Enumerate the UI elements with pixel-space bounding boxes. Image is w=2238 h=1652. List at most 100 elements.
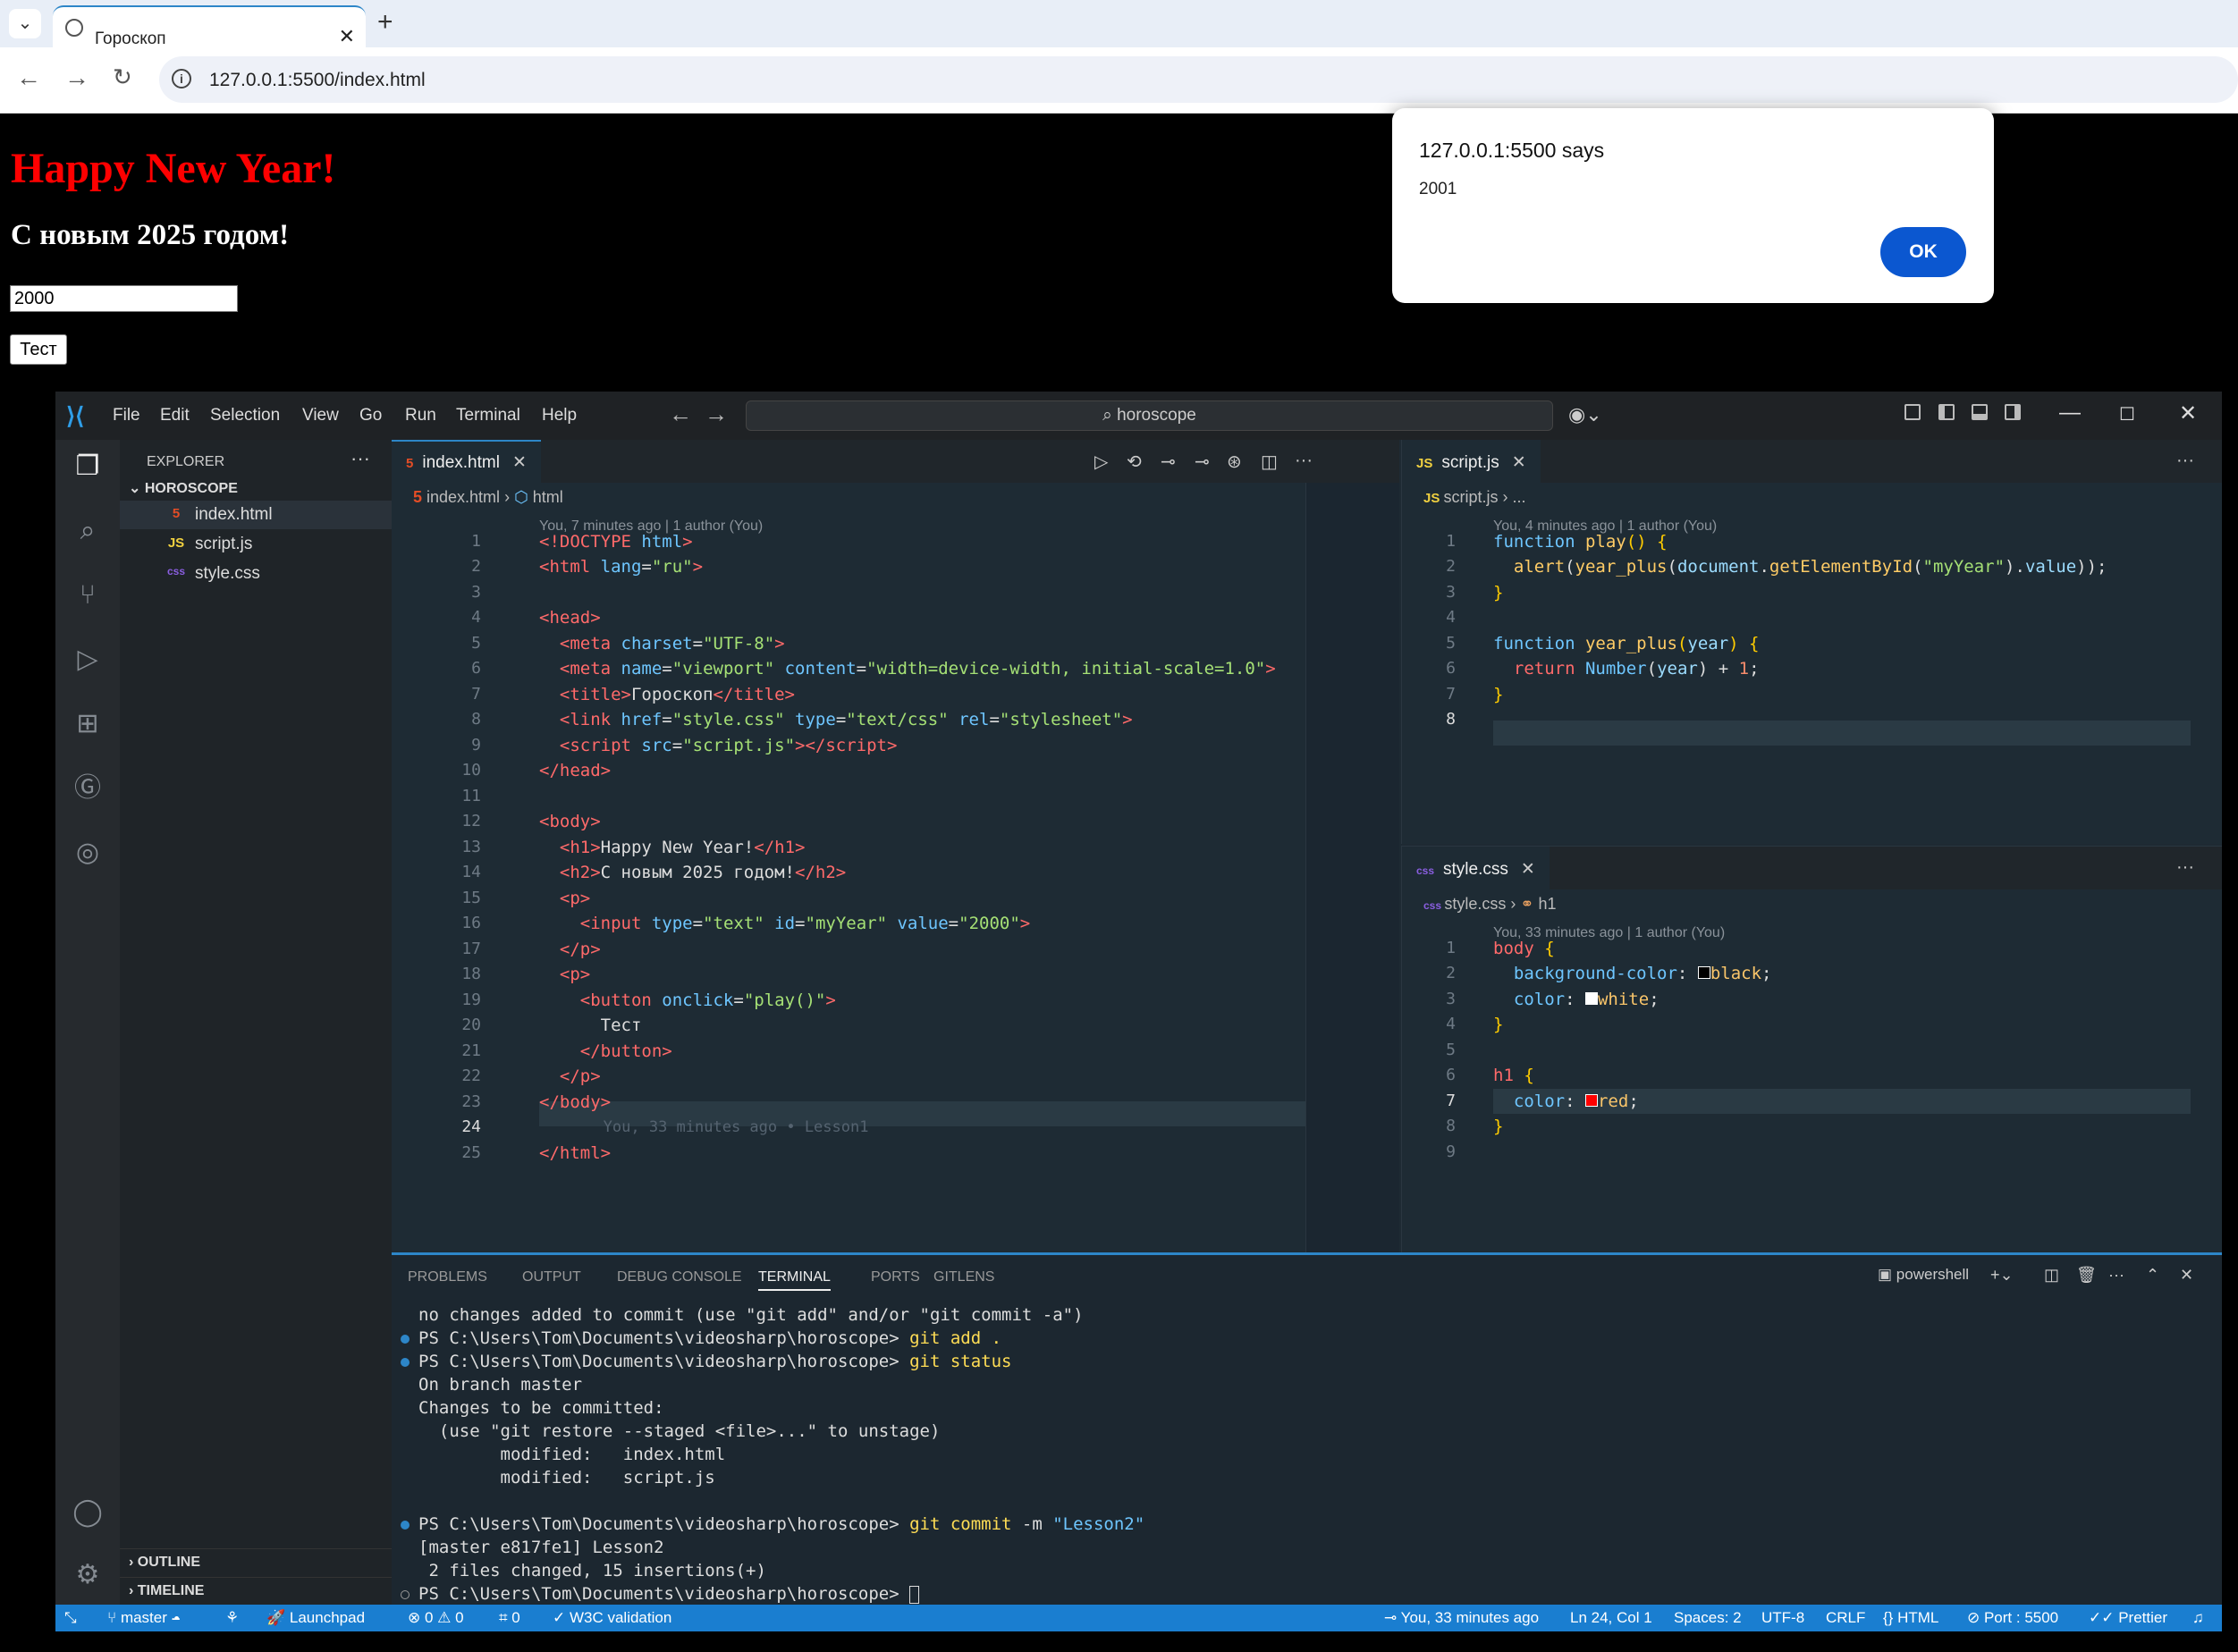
nav-back-icon[interactable]: ← — [669, 400, 692, 428]
panel-tab-gitlens[interactable]: GITLENS — [933, 1269, 994, 1285]
gitlens-compare-icon[interactable]: ⊛ — [1227, 451, 1242, 473]
close-tab-icon[interactable]: ✕ — [1521, 860, 1535, 879]
remote-icon[interactable]: ⤡ — [64, 1609, 77, 1627]
source-control-icon[interactable]: ⑂ — [70, 577, 106, 613]
branch-status[interactable]: ⑂ master ☁ — [107, 1609, 181, 1627]
prettier-status[interactable]: ✓✓ Prettier — [2089, 1609, 2167, 1627]
alert-ok-button[interactable]: OK — [1880, 227, 1966, 277]
explorer-more-icon[interactable]: ··· — [350, 447, 370, 470]
reload-icon[interactable]: ↻ — [113, 63, 132, 91]
color-swatch-black[interactable] — [1697, 966, 1710, 979]
color-swatch-white[interactable] — [1584, 992, 1598, 1005]
tab-index-html[interactable]: 5 index.html ✕ — [392, 440, 541, 483]
menu-selection[interactable]: Selection — [210, 406, 280, 426]
explorer-icon[interactable]: ❐ — [70, 449, 106, 485]
tab-script-js[interactable]: JS script.js ✕ — [1402, 440, 1541, 483]
new-tab-icon[interactable]: + — [377, 7, 393, 38]
panel-tab-problems[interactable]: PROBLEMS — [408, 1269, 487, 1285]
toggle-secondary-sidebar-icon[interactable] — [2005, 404, 2021, 420]
next-change-icon[interactable]: ⊸ — [1195, 451, 1210, 473]
new-terminal-icon[interactable]: +⌄ — [1990, 1266, 2014, 1285]
back-icon[interactable]: ← — [16, 63, 41, 92]
gitlens-status-icon[interactable]: ⚘ — [225, 1609, 239, 1627]
breadcrumb-file[interactable]: style.css — [1444, 895, 1506, 913]
address-bar[interactable]: i 127.0.0.1:5500/index.html — [159, 56, 2238, 103]
more-actions-icon[interactable]: ··· — [2108, 1266, 2124, 1285]
file-style-css[interactable]: css style.css — [120, 560, 392, 588]
file-script-js[interactable]: JS script.js — [120, 530, 392, 559]
menu-terminal[interactable]: Terminal — [456, 406, 520, 426]
panel-tab-ports[interactable]: PORTS — [871, 1269, 920, 1285]
trash-icon[interactable]: 🗑 — [2076, 1266, 2097, 1285]
close-tab-icon[interactable]: ✕ — [512, 453, 527, 472]
site-info-icon[interactable]: i — [172, 69, 191, 88]
extensions-icon[interactable]: ⊞ — [70, 706, 106, 742]
blame-status[interactable]: ⊸ You, 33 minutes ago — [1384, 1609, 1539, 1627]
color-swatch-red[interactable] — [1584, 1094, 1598, 1107]
js-code[interactable]: function play() { alert(year_plus(docume… — [1493, 529, 2107, 704]
w3c-status[interactable]: ✓ W3C validation — [553, 1609, 671, 1627]
breadcrumb-file[interactable]: script.js — [1444, 488, 1499, 506]
close-panel-icon[interactable]: ✕ — [2180, 1266, 2193, 1285]
folder-horoscope[interactable]: ⌄ HOROSCOPE — [129, 479, 238, 497]
file-index-html[interactable]: 5 index.html — [120, 501, 392, 529]
toggle-panel-icon[interactable] — [1972, 404, 1988, 420]
cursor-position[interactable]: Ln 24, Col 1 — [1570, 1609, 1652, 1627]
language-status[interactable]: {} HTML — [1883, 1609, 1938, 1627]
browser-tab[interactable]: Гороскоп ✕ — [53, 5, 366, 48]
search-icon[interactable]: ⌕ — [70, 513, 106, 549]
indentation-status[interactable]: Spaces: 2 — [1674, 1609, 1742, 1627]
toggle-sidebar-icon[interactable] — [1938, 404, 1955, 420]
test-button[interactable]: Тест — [10, 334, 67, 365]
more-actions-icon[interactable]: ··· — [2176, 857, 2194, 878]
split-terminal-icon[interactable]: ◫ — [2044, 1266, 2059, 1285]
previous-change-icon[interactable]: ⊸ — [1161, 451, 1176, 473]
command-center-search[interactable]: ⌕ horoscope — [746, 400, 1553, 431]
run-icon[interactable]: ▷ — [1094, 451, 1108, 473]
menu-view[interactable]: View — [302, 406, 339, 426]
terminal-profile[interactable]: ▣ powershell — [1878, 1266, 1969, 1284]
maximize-icon[interactable]: ☐ — [2119, 403, 2135, 426]
panel-tab-debug-console[interactable]: DEBUG CONSOLE — [617, 1269, 742, 1285]
css-code[interactable]: body { background-color: black; color: w… — [1493, 936, 1771, 1136]
more-actions-icon[interactable]: ··· — [1295, 451, 1313, 471]
nav-forward-icon[interactable]: → — [705, 400, 728, 428]
outline-section[interactable]: › OUTLINE — [120, 1548, 392, 1575]
problems-status[interactable]: ⊗ 0 ⚠ 0 — [408, 1609, 464, 1627]
close-window-icon[interactable]: ✕ — [2179, 400, 2197, 426]
open-changes-icon[interactable]: ⟲ — [1127, 451, 1142, 473]
year-input[interactable] — [10, 285, 238, 312]
forward-icon[interactable]: → — [64, 63, 89, 92]
live-server-status[interactable]: ⊘ Port : 5500 — [1967, 1609, 2058, 1627]
breadcrumb-more[interactable]: ... — [1513, 488, 1526, 506]
panel-tab-output[interactable]: OUTPUT — [522, 1269, 581, 1285]
customize-layout-icon[interactable] — [1904, 404, 1921, 420]
menu-go[interactable]: Go — [359, 406, 382, 426]
eol-status[interactable]: CRLF — [1826, 1609, 1865, 1627]
settings-gear-icon[interactable]: ⚙ — [70, 1557, 106, 1593]
accounts-icon[interactable]: ◯ — [70, 1495, 106, 1530]
menu-file[interactable]: File — [113, 406, 140, 426]
maximize-panel-icon[interactable]: ⌃ — [2146, 1266, 2159, 1285]
notifications-bell-icon[interactable]: ♫ — [2192, 1609, 2204, 1627]
breadcrumb-node[interactable]: h1 — [1538, 895, 1556, 913]
tab-style-css[interactable]: css style.css ✕ — [1402, 847, 1550, 889]
menu-edit[interactable]: Edit — [160, 406, 190, 426]
close-tab-icon[interactable]: ✕ — [1512, 453, 1526, 472]
minimize-icon[interactable]: — — [2059, 400, 2081, 426]
gitlens-icon[interactable]: Ⓖ — [70, 771, 106, 806]
panel-tab-terminal[interactable]: TERMINAL — [758, 1269, 831, 1291]
encoding-status[interactable]: UTF-8 — [1761, 1609, 1804, 1627]
timeline-section[interactable]: › TIMELINE — [120, 1577, 392, 1604]
tab-search-chevron-icon[interactable]: ⌄ — [9, 9, 41, 38]
html-code[interactable]: <!DOCTYPE html> <html lang="ru"> <head> … — [539, 529, 1276, 1163]
copilot-icon[interactable]: ◉⌄ — [1568, 403, 1602, 426]
remote-explorer-icon[interactable]: ◎ — [70, 835, 106, 871]
split-editor-icon[interactable]: ◫ — [1261, 451, 1278, 473]
launchpad-status[interactable]: 🚀 Launchpad — [266, 1609, 365, 1627]
more-actions-icon[interactable]: ··· — [2176, 451, 2194, 471]
run-debug-icon[interactable]: ▷ — [70, 642, 106, 678]
menu-help[interactable]: Help — [542, 406, 577, 426]
ports-status[interactable]: ⌗ 0 — [499, 1609, 520, 1627]
breadcrumb-node[interactable]: html — [533, 488, 563, 506]
